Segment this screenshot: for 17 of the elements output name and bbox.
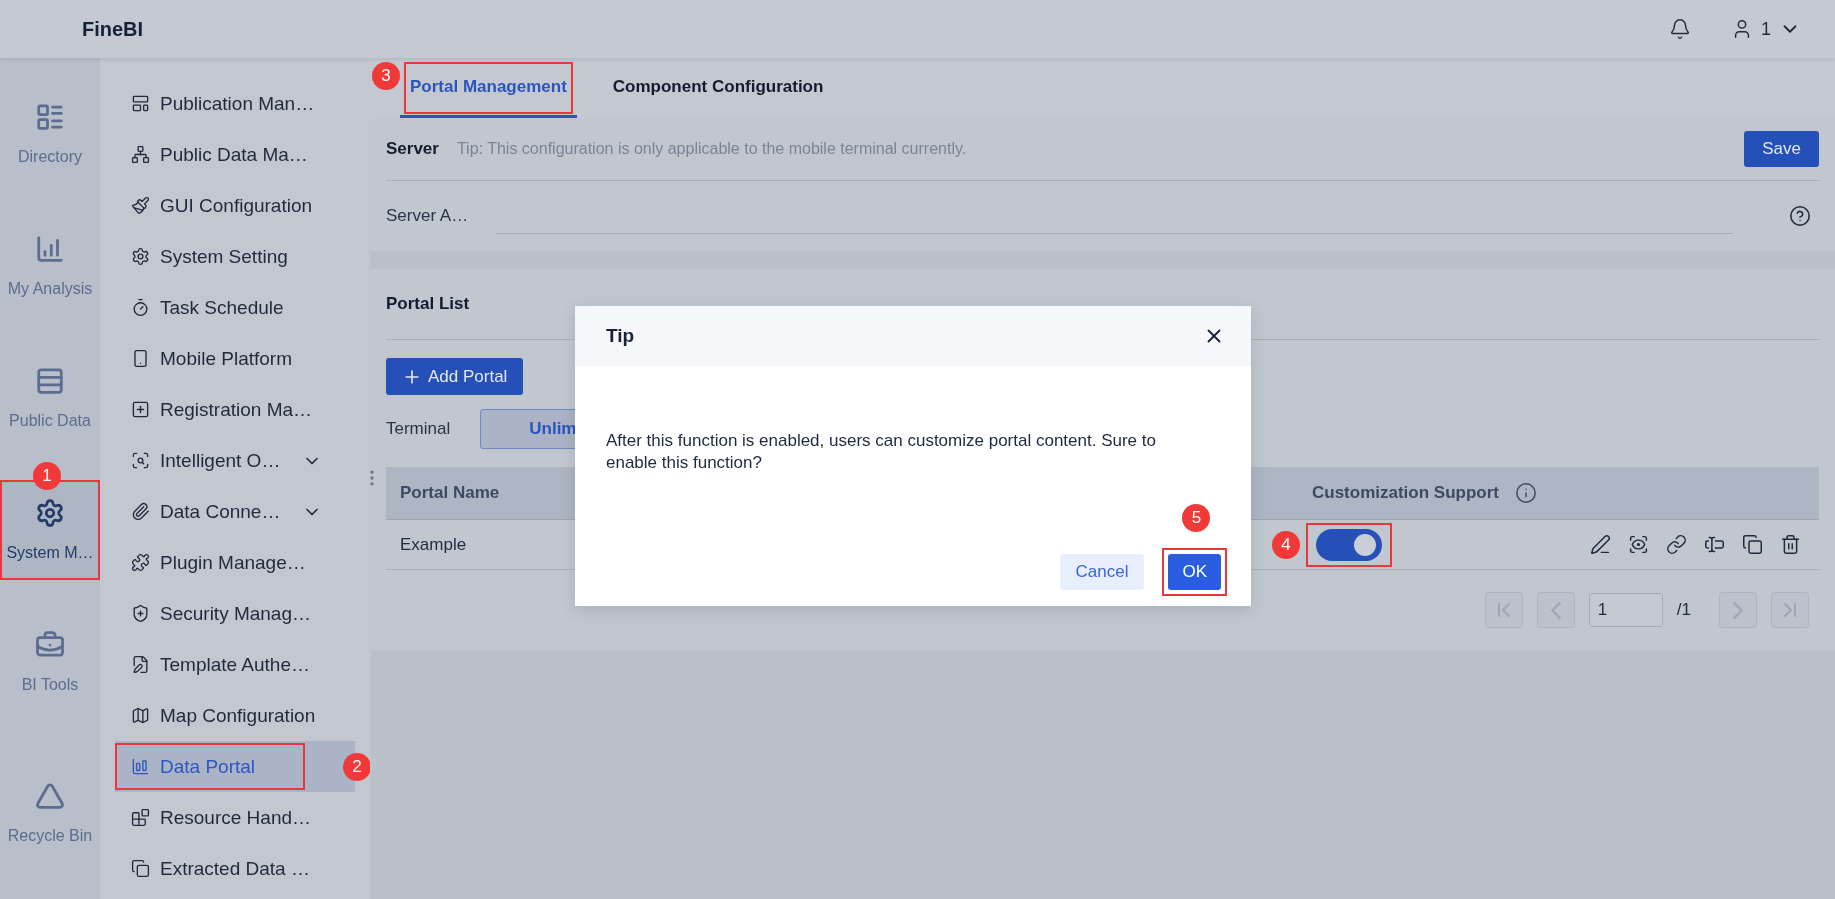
step-marker: 2 (343, 753, 370, 781)
tip-text: Tip: This configuration is only applicable to the mobile terminal currently. (456, 140, 967, 158)
field-label: Terminal (386, 419, 451, 439)
step-marker: 4 (1272, 530, 1300, 559)
column-header: Customization Support (1312, 483, 1499, 503)
page-total: /1 (1676, 600, 1691, 620)
table-cell: Example (400, 534, 467, 555)
section-title: Server (386, 139, 439, 159)
column-header: Portal Name (399, 483, 501, 503)
section-title: Portal List (386, 294, 470, 314)
field-label: Server A… (386, 206, 469, 226)
step-marker: 1 (33, 462, 61, 490)
dialog-title: Tip (606, 325, 635, 347)
step-marker: 5 (1182, 504, 1211, 532)
app-logo: FineBI (82, 17, 144, 41)
step-marker: 3 (372, 62, 400, 90)
dialog-message: After this function is enabled, users can customize portal content. Sure to enable this function? (606, 430, 1157, 474)
